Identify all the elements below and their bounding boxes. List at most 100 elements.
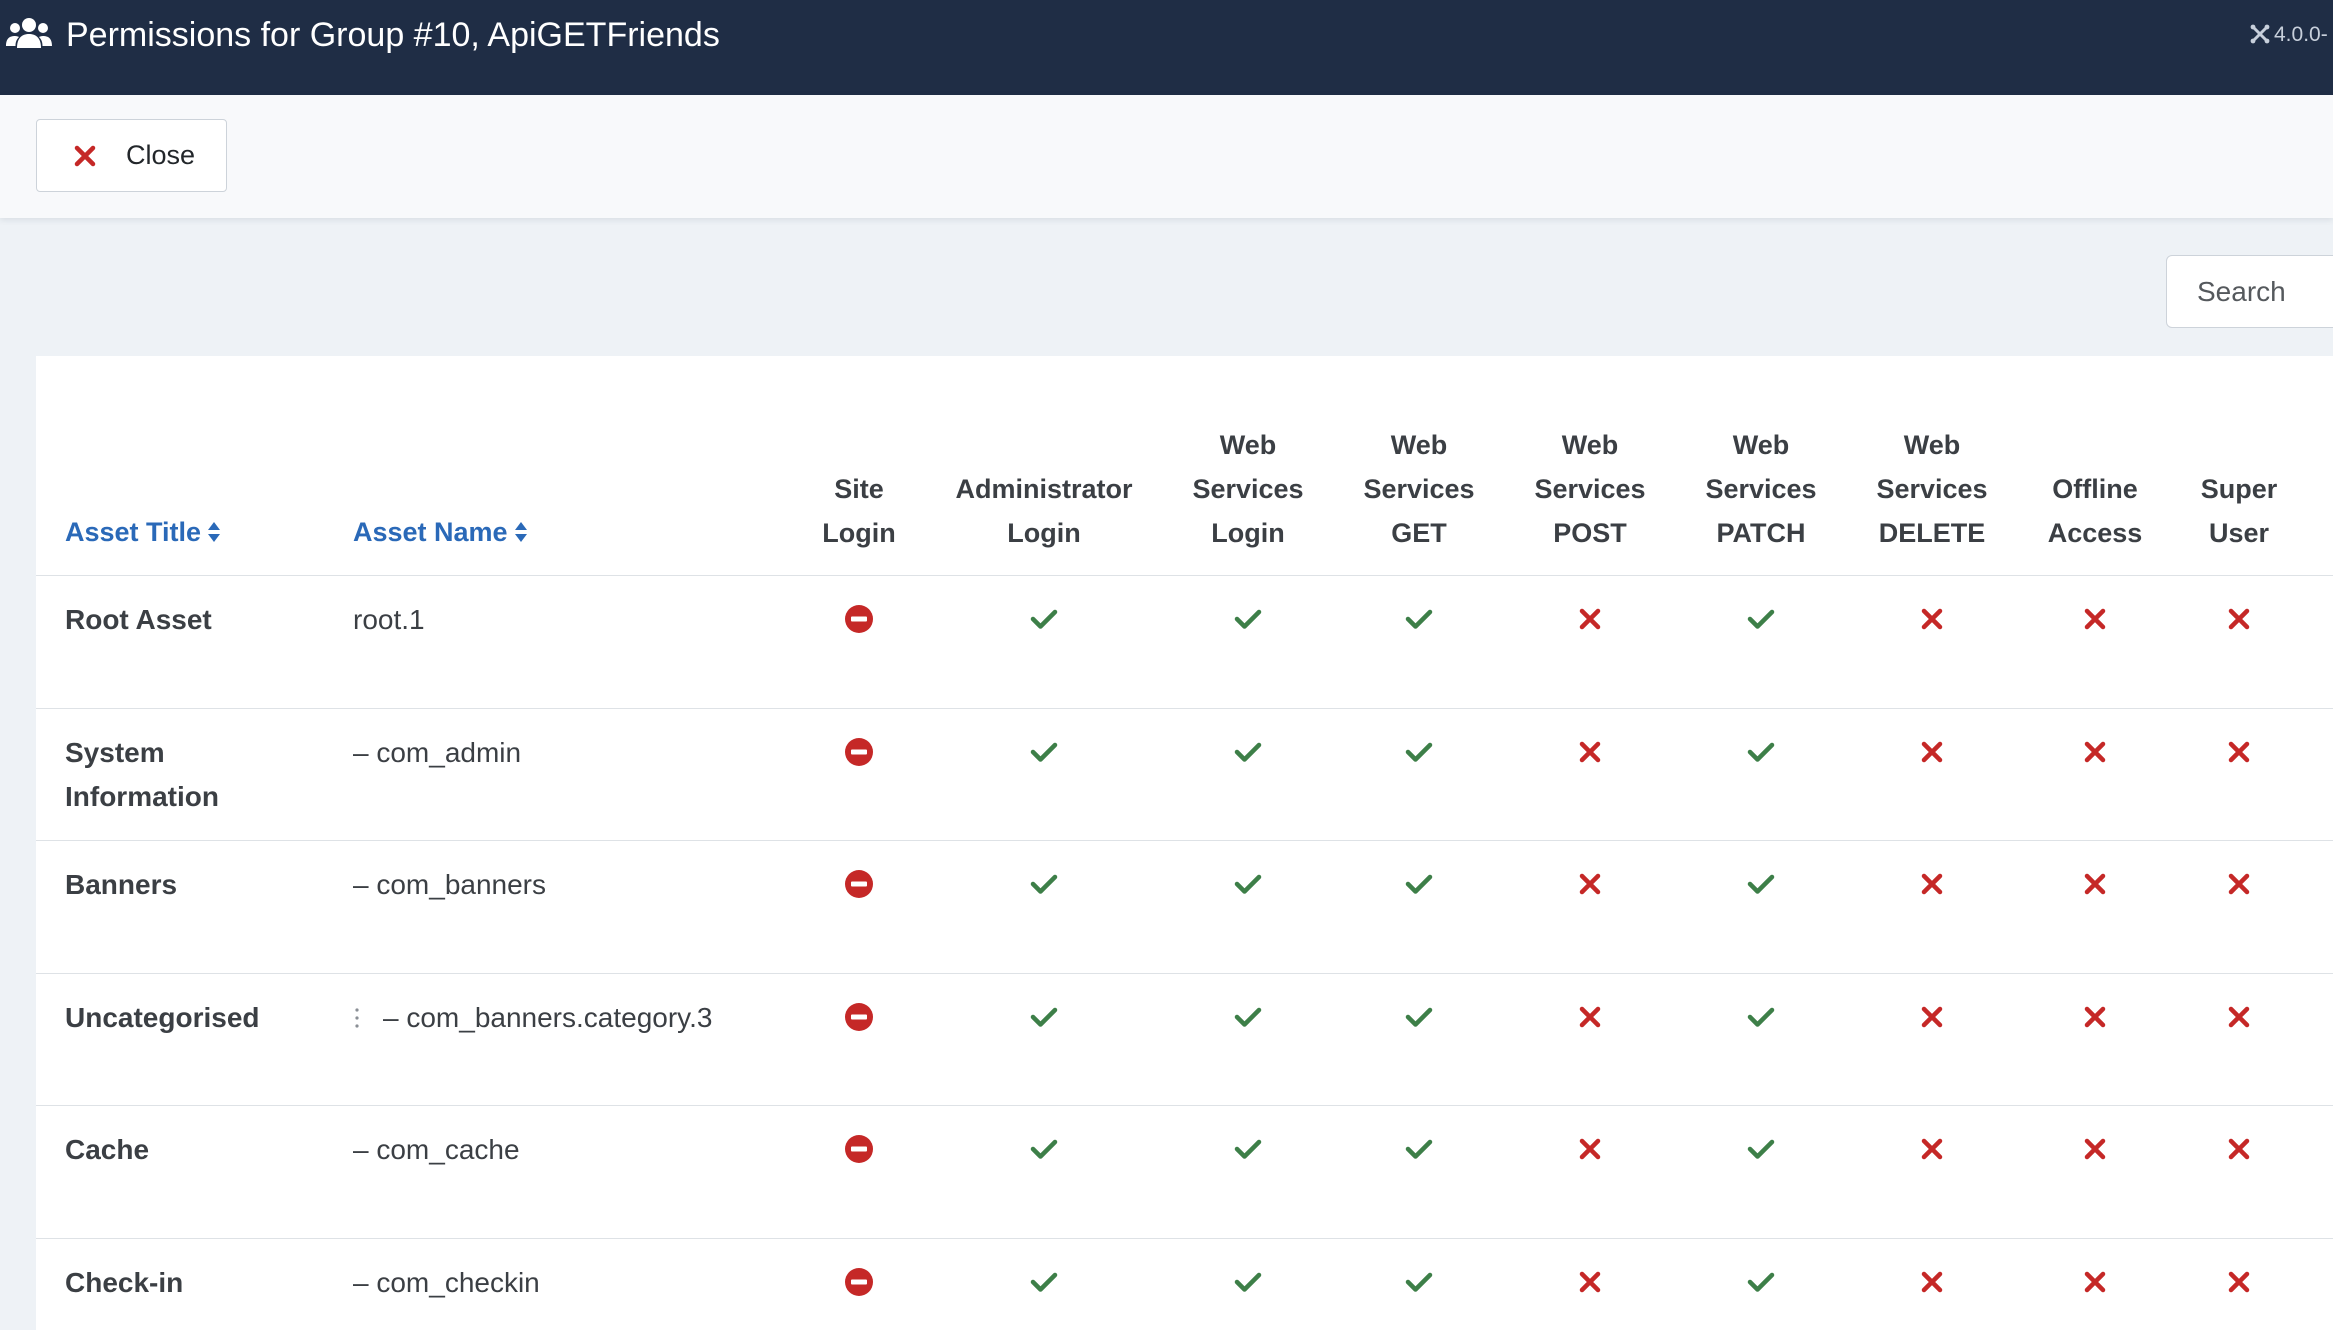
column-header-line: Web (1903, 430, 1961, 460)
asset-name: – com_checkin (353, 1261, 540, 1305)
cross-icon (1921, 873, 1943, 895)
blocked-icon (845, 1135, 873, 1163)
check-icon (1234, 1007, 1262, 1027)
column-header-super-user: Super User (2129, 467, 2333, 555)
close-icon (74, 145, 96, 166)
cross-icon (2228, 873, 2250, 895)
check-icon (1405, 742, 1433, 762)
check-icon (1747, 1007, 1775, 1027)
check-icon (1747, 1139, 1775, 1159)
check-icon (1030, 1139, 1058, 1159)
cross-icon (1921, 741, 1943, 763)
cross-icon (2084, 1271, 2106, 1293)
check-icon (1405, 1272, 1433, 1292)
cross-icon (2084, 1138, 2106, 1160)
asset-name-text: – com_banners (353, 869, 547, 900)
cross-icon (2084, 608, 2106, 630)
blocked-icon (845, 1003, 873, 1031)
check-icon (1030, 1007, 1058, 1027)
sort-asset-title[interactable]: Asset Title (65, 510, 221, 554)
asset-title: Cache (65, 1134, 150, 1165)
close-button-label: Close (126, 140, 196, 170)
check-icon (1234, 742, 1262, 762)
search-input[interactable] (2166, 255, 2333, 328)
cross-icon (2084, 741, 2106, 763)
column-header-line: Login (1007, 518, 1081, 548)
tree-indent-icon (355, 1008, 359, 1028)
check-icon (1405, 609, 1433, 629)
users-icon (6, 18, 52, 48)
asset-name: – com_banners (353, 863, 546, 907)
cross-icon (1579, 608, 1601, 630)
cross-icon (2228, 608, 2250, 630)
column-header-asset-title: Asset Title (65, 517, 202, 547)
asset-title: Root Asset (65, 604, 212, 635)
asset-name-text: – com_admin (353, 737, 522, 768)
cross-icon (2084, 1006, 2106, 1028)
check-icon (1030, 742, 1058, 762)
version-label: 4.0.0- (2250, 21, 2328, 49)
check-icon (1030, 874, 1058, 894)
cross-icon (2228, 1271, 2250, 1293)
cross-icon (2228, 741, 2250, 763)
table-row: System Information – com_admin (36, 708, 2333, 841)
cross-icon (1579, 741, 1601, 763)
column-header-line: Super (2200, 474, 2278, 504)
version-text: 4.0.0- (2274, 23, 2328, 46)
toolbar: Close (0, 95, 2333, 218)
check-icon (1030, 1272, 1058, 1292)
sort-icon (514, 522, 527, 542)
asset-title: Check-in (65, 1267, 184, 1298)
cross-icon (1921, 1006, 1943, 1028)
cross-icon (1921, 608, 1943, 630)
cross-icon (2228, 1006, 2250, 1028)
check-icon (1747, 742, 1775, 762)
column-header-line: Administrator (955, 474, 1133, 504)
asset-name-text: – com_banners.category.3 (383, 1002, 713, 1033)
cross-icon (1921, 1271, 1943, 1293)
table-row: Cache – com_cache (36, 1105, 2333, 1238)
sort-icon (208, 522, 221, 542)
check-icon (1405, 1139, 1433, 1159)
check-icon (1747, 1272, 1775, 1292)
asset-name-text: – com_cache (353, 1134, 520, 1165)
blocked-icon (845, 605, 873, 633)
table-row: Banners – com_banners (36, 840, 2333, 973)
cross-icon (2228, 1138, 2250, 1160)
table-row: Root Asset root.1 (36, 575, 2333, 708)
check-icon (1234, 1139, 1262, 1159)
asset-name-text: – com_checkin (353, 1267, 540, 1298)
check-icon (1747, 874, 1775, 894)
blocked-icon (845, 1268, 873, 1296)
asset-name-text: root.1 (353, 604, 425, 635)
check-icon (1234, 609, 1262, 629)
blocked-icon (845, 738, 873, 766)
asset-name: – com_admin (353, 731, 521, 775)
table-row: Uncategorised – com_banners.category.3 (36, 973, 2333, 1106)
sort-asset-name[interactable]: Asset Name (353, 510, 528, 554)
asset-name: root.1 (353, 598, 425, 642)
check-icon (1030, 609, 1058, 629)
cross-icon (1579, 1138, 1601, 1160)
joomla-icon (2250, 24, 2270, 44)
asset-title: Uncategorised (65, 1002, 260, 1033)
check-icon (1234, 1272, 1262, 1292)
table-row: Check-in – com_checkin (36, 1238, 2333, 1330)
column-header-administrator-login: Administrator Login (934, 467, 1154, 555)
check-icon (1747, 609, 1775, 629)
cross-icon (1579, 1271, 1601, 1293)
blocked-icon (845, 870, 873, 898)
asset-title: System Information (65, 737, 219, 812)
header-bar: Permissions for Group #10, ApiGETFriends… (0, 0, 2333, 95)
check-icon (1405, 874, 1433, 894)
cross-icon (1579, 873, 1601, 895)
cross-icon (1921, 1138, 1943, 1160)
page-title: Permissions for Group #10, ApiGETFriends (66, 16, 720, 54)
cross-icon (1579, 1006, 1601, 1028)
asset-title: Banners (65, 869, 178, 900)
check-icon (1234, 874, 1262, 894)
asset-name: – com_banners.category.3 (353, 996, 712, 1040)
column-header-line: User (2208, 518, 2270, 548)
asset-name: – com_cache (353, 1128, 520, 1172)
close-button[interactable]: Close (36, 119, 227, 192)
